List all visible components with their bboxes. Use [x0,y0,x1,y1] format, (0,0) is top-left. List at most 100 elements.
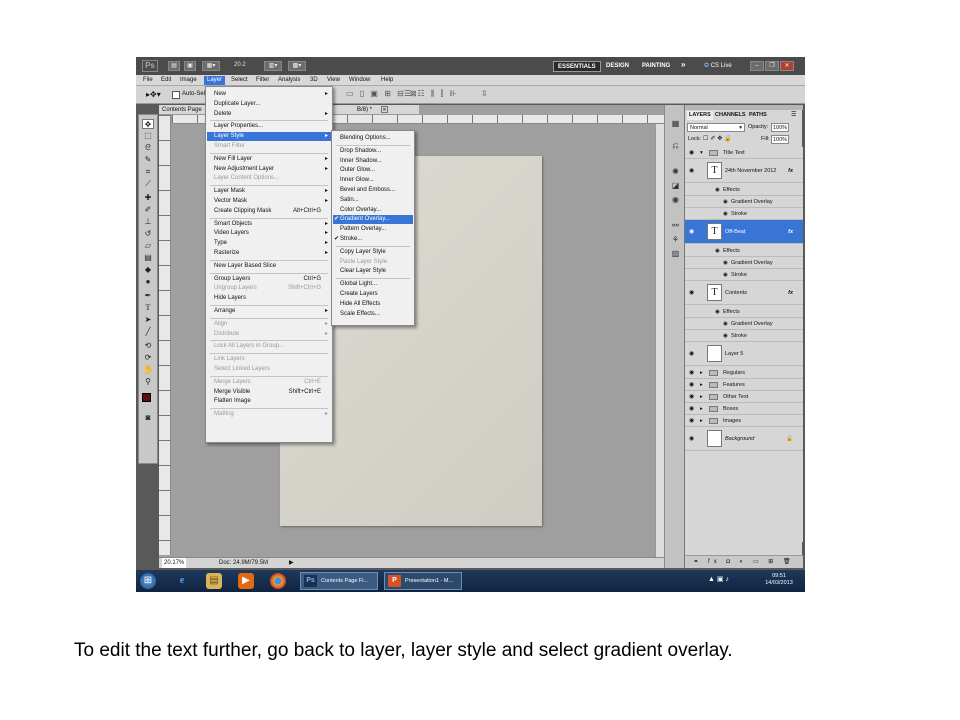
effects-eye-icon[interactable]: ◉ [715,245,720,257]
menu-item-pattern-overlay[interactable]: Pattern Overlay... [333,225,413,234]
menu-item-arrange[interactable]: Arrange ▸ [207,307,331,316]
auto-select-checkbox[interactable] [172,91,180,99]
fx-badge-icon[interactable]: fx [788,220,793,244]
clone-stamp-tool-icon[interactable]: ⊥ [142,217,154,227]
panel-menu-icon[interactable]: ☰ [791,111,796,118]
chevron-right-icon[interactable]: ▸ [700,367,703,379]
menu-item-lock-all-layers-in-group[interactable]: Lock All Layers in Group... [207,342,331,351]
blend-mode-select[interactable]: Normal ▾ [687,123,745,132]
menu-filter[interactable]: Filter [253,76,272,85]
menu-analysis[interactable]: Analysis [275,76,303,85]
chevron-right-icon[interactable]: ▸ [700,415,703,427]
menu-item-smart-objects[interactable]: Smart Objects ▸ [207,220,331,229]
history-panel-icon[interactable]: ⎌ [670,141,681,151]
effect-eye-icon[interactable]: ◉ [723,318,728,330]
fx-badge-icon[interactable]: fx [788,281,793,305]
3d-rotate-tool-icon[interactable]: ⟲ [142,341,154,351]
layer-row-gradient-overlay[interactable]: ◉ Gradient Overlay [685,318,803,330]
foreground-color-swatch[interactable] [142,393,151,402]
effects-eye-icon[interactable]: ◉ [715,306,720,318]
marquee-tool-icon[interactable]: ⬚ [142,131,154,141]
menu-item-create-layers[interactable]: Create Layers [333,290,413,299]
paragraph-panel-icon[interactable]: ⚘ [670,235,681,245]
move-tool-preset-icon[interactable]: ▸✥▾ [146,90,161,99]
zoom-level[interactable]: 20.2 [234,62,246,68]
effect-eye-icon[interactable]: ◉ [723,196,728,208]
effects-eye-icon[interactable]: ◉ [715,184,720,196]
layer-row-features[interactable]: ◉ ▸ Features [685,379,803,391]
menu-item-copy-layer-style[interactable]: Copy Layer Style [333,248,413,257]
menu-item-rasterize[interactable]: Rasterize ▸ [207,249,331,258]
menu-3d[interactable]: 3D [307,76,321,85]
task-photoshop[interactable]: Ps Contents Page Fi... [300,572,378,590]
zoom-status[interactable]: 20.17% [162,558,187,568]
menu-item-ungroup-layers[interactable]: Ungroup Layers Shift+Ctrl+G [207,284,331,293]
menu-item-drop-shadow[interactable]: Drop Shadow... [333,147,413,156]
start-button-icon[interactable]: ⊞ [140,573,156,589]
internet-explorer-icon[interactable]: e [174,573,190,589]
adjustments-panel-icon[interactable]: ✺ [670,167,681,177]
layer-row-regulars[interactable]: ◉ ▸ Regulars [685,367,803,379]
menu-item-delete[interactable]: Delete ▸ [207,110,331,119]
quick-selection-tool-icon[interactable]: ✎ [142,155,154,165]
workspace-painting[interactable]: PAINTING [638,61,674,72]
menu-item-layer-content-options[interactable]: Layer Content Options... [207,174,331,183]
menu-item-hide-all-effects[interactable]: Hide All Effects [333,300,413,309]
layer-row-off-beat[interactable]: ◉ T Off-Beat fx [685,220,803,244]
layer-row-images[interactable]: ◉ ▸ Images [685,415,803,427]
menu-item-new[interactable]: New ▸ [207,90,331,99]
menu-view[interactable]: View [324,76,343,85]
tab-paths[interactable]: PATHS [747,111,769,120]
mini-bridge-panel-icon[interactable]: ▦ [670,119,681,129]
visibility-eye-icon[interactable]: ◉ [689,427,694,451]
menu-item-new-fill-layer[interactable]: New Fill Layer ▸ [207,155,331,164]
menu-edit[interactable]: Edit [158,76,174,85]
visibility-eye-icon[interactable]: ◉ [689,220,694,244]
visibility-eye-icon[interactable]: ◉ [689,342,694,366]
chevron-down-icon[interactable]: ▾ [700,147,703,159]
character-panel-icon[interactable]: ⚯ [670,221,681,231]
dodge-tool-icon[interactable]: ● [142,277,154,287]
minimize-button[interactable]: – [750,61,764,71]
menu-item-outer-glow[interactable]: Outer Glow... [333,166,413,175]
menu-item-paste-layer-style[interactable]: Paste Layer Style [333,258,413,267]
pen-tool-icon[interactable]: ✒ [142,291,154,301]
menu-item-vector-mask[interactable]: Vector Mask ▸ [207,197,331,206]
menu-item-stroke[interactable]: ✔ Stroke... [333,235,413,244]
workspace-design[interactable]: DESIGN [602,61,633,72]
chevron-right-icon[interactable]: ▸ [700,403,703,415]
close-button[interactable]: ✕ [780,61,794,71]
path-selection-tool-icon[interactable]: ➤ [142,315,154,325]
menu-window[interactable]: Window [346,76,373,85]
menu-item-video-layers[interactable]: Video Layers ▸ [207,229,331,238]
menu-item-clear-layer-style[interactable]: Clear Layer Style [333,267,413,276]
menu-item-select-linked-layers[interactable]: Select Linked Layers [207,365,331,374]
fill-field[interactable]: 100% [771,135,789,144]
status-arrow-icon[interactable]: ▶ [289,558,294,568]
menu-item-inner-shadow[interactable]: Inner Shadow... [333,157,413,166]
menu-item-global-light[interactable]: Global Light... [333,280,413,289]
lasso-tool-icon[interactable]: ᘓ [142,143,154,153]
layer-row-effects[interactable]: ◉ Effects [685,245,803,257]
vertical-scrollbar[interactable] [655,124,664,557]
layer-row-gradient-overlay[interactable]: ◉ Gradient Overlay [685,196,803,208]
tab-layers[interactable]: LAYERS [687,111,713,120]
menu-item-align[interactable]: Align ▸ [207,320,331,329]
menu-item-blending-options[interactable]: Blending Options... [333,134,413,143]
menu-item-layer-style[interactable]: Layer Style ▸ [207,132,331,142]
layer-row-background[interactable]: ◉ Background 🔒 [685,427,803,451]
effect-eye-icon[interactable]: ◉ [723,269,728,281]
menu-item-hide-layers[interactable]: Hide Layers [207,294,331,303]
visibility-eye-icon[interactable]: ◉ [689,281,694,305]
menu-item-smart-filter[interactable]: Smart Filter [207,142,331,151]
arrange-documents-icon[interactable]: ▥▾ [264,61,282,71]
layer-row-stroke[interactable]: ◉ Stroke [685,269,803,281]
menu-item-duplicate-layer[interactable]: Duplicate Layer... [207,100,331,109]
quick-mask-icon[interactable]: ◙ [142,413,154,423]
visibility-eye-icon[interactable]: ◉ [689,159,694,183]
layer-row-24th-november-2012[interactable]: ◉ T 24th November 2012 fx [685,159,803,183]
opacity-field[interactable]: 100% [771,123,789,132]
workspace-essentials[interactable]: ESSENTIALS [553,61,601,72]
menu-item-gradient-overlay[interactable]: ✔ Gradient Overlay... [333,215,413,225]
restore-button[interactable]: ❐ [765,61,779,71]
